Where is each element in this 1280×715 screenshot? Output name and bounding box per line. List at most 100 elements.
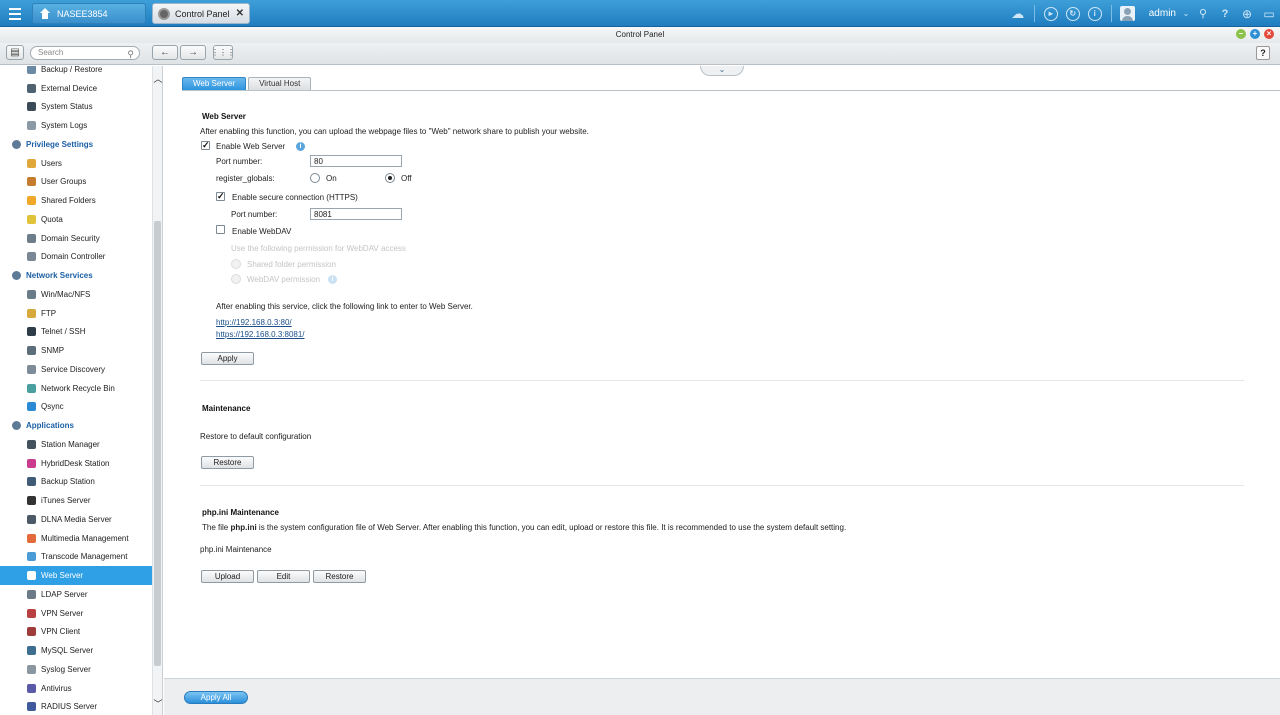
user-groups-icon [27, 177, 36, 187]
sidebar-item[interactable]: SNMP [0, 341, 152, 360]
tab-web-server[interactable]: Web Server [182, 77, 247, 90]
sidebar-item[interactable]: Users [0, 154, 152, 173]
sidebar-item[interactable]: Domain Security [0, 229, 152, 248]
avatar[interactable] [1117, 0, 1139, 27]
edit-button[interactable]: Edit [257, 570, 310, 583]
search-input[interactable]: Search ⚲ [30, 46, 140, 60]
info-icon[interactable]: i [328, 275, 337, 284]
sidebar-item[interactable]: LDAP Server [0, 585, 152, 604]
sidebar-item-label: Backup Station [41, 477, 95, 487]
minimize-icon[interactable]: – [1236, 29, 1246, 39]
sidebar-item-label: RADIUS Server [41, 702, 98, 712]
sidebar-item[interactable]: MySQL Server [0, 641, 152, 660]
sidebar-item[interactable]: System Logs [0, 116, 152, 135]
phpini-label: php.ini Maintenance [200, 545, 272, 554]
sidebar-item[interactable]: Multimedia Management [0, 529, 152, 548]
close-window-icon[interactable]: × [1264, 29, 1274, 39]
snmp-icon [27, 346, 36, 356]
sidebar-item[interactable]: Telnet / SSH [0, 323, 152, 342]
sidebar-item[interactable]: HybridDesk Station [0, 454, 152, 473]
gear-icon [158, 7, 170, 20]
sidebar-item[interactable]: FTP [0, 304, 152, 323]
sidebar-item[interactable]: Web Server [0, 566, 152, 585]
scroll-down-icon[interactable]: ﹀ [153, 697, 162, 709]
chevron-down-icon[interactable]: ⌄ [1180, 0, 1192, 27]
sidebar-item[interactable]: Qsync [0, 398, 152, 417]
footer: Apply All [164, 678, 1280, 715]
sidebar-item[interactable]: VPN Client [0, 623, 152, 642]
restore-phpini-button[interactable]: Restore [313, 570, 366, 583]
port-number-input[interactable] [310, 155, 402, 167]
sync-icon[interactable]: ↻ [1062, 0, 1084, 27]
help-icon[interactable]: ? [1214, 0, 1236, 27]
itunes-icon [27, 496, 36, 506]
sidebar-item[interactable]: User Groups [0, 173, 152, 192]
toggle-sidebar-button[interactable]: ▤ [6, 45, 24, 60]
sidebar-item[interactable]: Quota [0, 210, 152, 229]
help-button[interactable]: ? [1256, 46, 1270, 60]
scrollbar-thumb[interactable] [154, 221, 161, 666]
sidebar-item[interactable]: Backup / Restore [0, 66, 152, 79]
register-globals-on-radio[interactable] [310, 173, 320, 183]
apply-button[interactable]: Apply [201, 352, 254, 365]
enable-web-server-checkbox[interactable]: ✓ [201, 141, 210, 150]
grid-view-button[interactable]: ⋮⋮⋮ [211, 45, 235, 60]
sidebar-group[interactable]: Applications [0, 416, 152, 435]
collapse-handle[interactable]: ⌄ [700, 66, 744, 76]
sub-tabs: Web Server Virtual Host [182, 77, 312, 90]
tab-virtual-host[interactable]: Virtual Host [248, 77, 312, 90]
apply-all-button[interactable]: Apply All [184, 691, 248, 704]
sidebar-item[interactable]: Syslog Server [0, 660, 152, 679]
sidebar-item[interactable]: VPN Server [0, 604, 152, 623]
upload-button[interactable]: Upload [201, 570, 254, 583]
webdav-permission-radio[interactable] [231, 274, 241, 284]
register-globals-off-radio[interactable] [385, 173, 395, 183]
sidebar-item[interactable]: RADIUS Server [0, 698, 152, 715]
language-icon[interactable]: ⊕ [1236, 0, 1258, 27]
tab-home[interactable]: NASEE3854 [32, 3, 146, 24]
back-button[interactable]: ← [152, 45, 178, 60]
sidebar-item[interactable]: External Device [0, 79, 152, 98]
sidebar-item[interactable]: DLNA Media Server [0, 510, 152, 529]
cloud-icon[interactable]: ☁ [1007, 0, 1029, 27]
sidebar-item[interactable]: Transcode Management [0, 548, 152, 567]
info-icon[interactable]: i [1084, 0, 1106, 27]
https-link[interactable]: https://192.168.0.3:8081/ [216, 330, 305, 339]
recycle-bin-icon [27, 383, 36, 393]
dashboard-icon[interactable]: ▭ [1258, 0, 1280, 27]
http-link[interactable]: http://192.168.0.3:80/ [216, 318, 292, 327]
sidebar-group[interactable]: Privilege Settings [0, 135, 152, 154]
info-icon[interactable]: i [296, 142, 305, 151]
sidebar-item[interactable]: Service Discovery [0, 360, 152, 379]
arrow-left-icon: ← [160, 47, 170, 58]
sidebar-item[interactable]: Backup Station [0, 473, 152, 492]
scroll-up-icon[interactable]: ︿ [153, 72, 162, 84]
user-name[interactable]: admin [1139, 8, 1180, 19]
tab-control-panel[interactable]: Control Panel ✕ [152, 3, 250, 24]
shared-folder-permission-radio[interactable] [231, 259, 241, 269]
sidebar-list: Backup / Restore External Device System St… [0, 66, 152, 715]
restore-default-button[interactable]: Restore [201, 456, 254, 469]
sidebar-item[interactable]: System Status [0, 98, 152, 117]
forward-button[interactable]: → [180, 45, 206, 60]
sidebar-item[interactable]: Domain Controller [0, 248, 152, 267]
sidebar-group[interactable]: Network Services [0, 266, 152, 285]
sidebar-group-label: Applications [26, 421, 75, 431]
syslog-icon [27, 664, 36, 674]
sidebar-item[interactable]: Shared Folders [0, 191, 152, 210]
maximize-icon[interactable]: + [1250, 29, 1260, 39]
enable-webdav-checkbox[interactable] [216, 225, 225, 234]
menu-icon[interactable] [4, 3, 26, 24]
sidebar-item[interactable]: Station Manager [0, 435, 152, 454]
search-icon[interactable]: ⚲ [1192, 0, 1214, 27]
sidebar-item-label: Station Manager [41, 439, 100, 449]
close-icon[interactable]: ✕ [236, 8, 244, 19]
sidebar-item[interactable]: iTunes Server [0, 491, 152, 510]
enable-https-checkbox[interactable]: ✓ [216, 192, 225, 201]
sidebar-item[interactable]: Win/Mac/NFS [0, 285, 152, 304]
background-task-icon[interactable]: ▸ [1040, 0, 1062, 27]
sidebar-item[interactable]: Antivirus [0, 679, 152, 698]
sidebar-item[interactable]: Network Recycle Bin [0, 379, 152, 398]
https-port-number-input[interactable] [310, 208, 402, 220]
sidebar-scrollbar[interactable]: ︿ ﹀ [152, 66, 162, 715]
